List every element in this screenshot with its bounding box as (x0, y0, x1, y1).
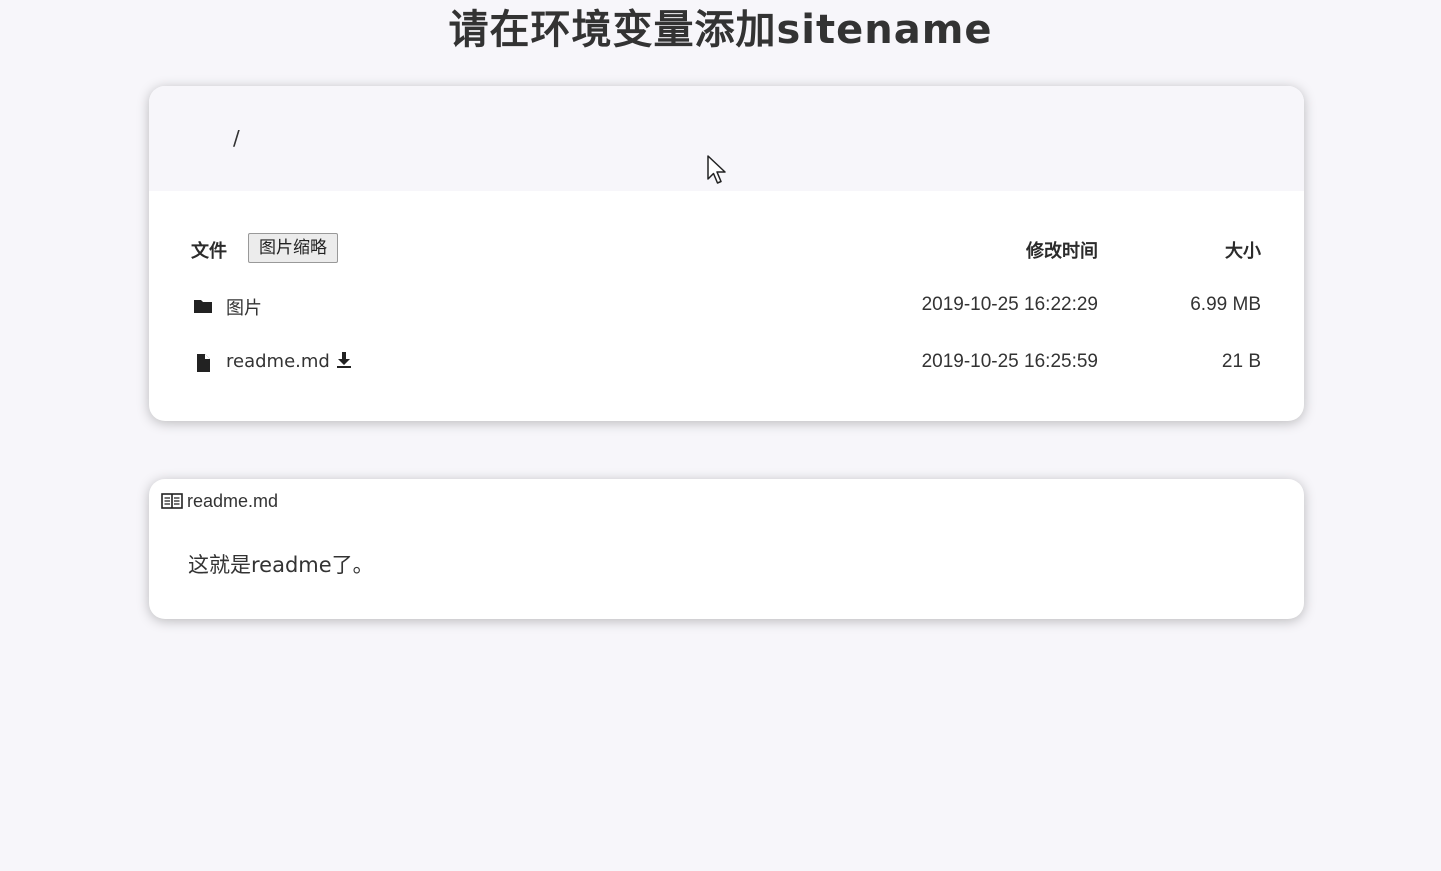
readme-card: readme.md 这就是readme了。 (149, 479, 1304, 619)
row-size: 6.99 MB (1190, 294, 1261, 315)
site-title: 请在环境变量添加sitename (448, 7, 993, 53)
readme-header: readme.md (161, 491, 278, 512)
book-icon (161, 492, 183, 510)
file-icon (193, 353, 213, 373)
download-icon[interactable] (336, 351, 352, 369)
readme-content: 这就是readme了。 (188, 553, 374, 577)
row-mtime: 2019-10-25 16:22:29 (921, 294, 1098, 315)
table-header: 文件 图片缩略 修改时间 大小 (191, 233, 1261, 265)
folder-icon (193, 296, 213, 316)
mouse-cursor-icon (707, 155, 726, 184)
table-row[interactable]: 图片 2019-10-25 16:22:29 6.99 MB (191, 292, 1261, 322)
file-listing-card: / 文件 图片缩略 修改时间 大小 图片 2019-10-25 16:22:29… (149, 86, 1304, 421)
row-name[interactable]: readme.md (226, 351, 330, 372)
row-size: 21 B (1221, 351, 1261, 372)
row-name[interactable]: 图片 (226, 294, 262, 320)
breadcrumb-root-link[interactable]: / (233, 126, 240, 150)
header-size: 大小 (1225, 241, 1261, 262)
row-name-wrap: readme.md (226, 351, 352, 372)
header-file: 文件 (191, 241, 227, 262)
image-thumbnail-button[interactable]: 图片缩略 (248, 233, 338, 263)
row-mtime: 2019-10-25 16:25:59 (921, 351, 1098, 372)
header-mtime: 修改时间 (1026, 241, 1098, 262)
table-row[interactable]: readme.md 2019-10-25 16:25:59 21 B (191, 349, 1261, 379)
readme-filename: readme.md (187, 491, 279, 511)
